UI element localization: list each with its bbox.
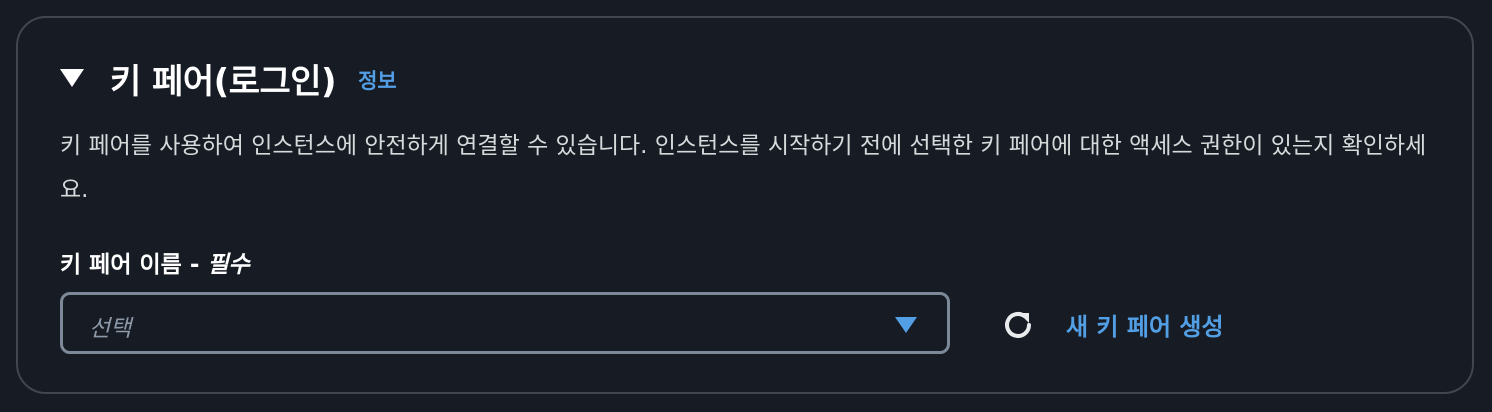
section-header[interactable]: 키 페어(로그인) 정보 (60, 56, 397, 102)
key-pair-name-label: 키 페어 이름 - 필수 (60, 245, 250, 279)
refresh-button[interactable] (998, 305, 1038, 345)
info-link[interactable]: 정보 (358, 65, 397, 95)
refresh-icon (1005, 312, 1031, 338)
caret-down-icon[interactable] (60, 69, 84, 87)
key-pair-panel: 키 페어(로그인) 정보 키 페어를 사용하여 인스턴스에 안전하게 연결할 수… (16, 16, 1474, 394)
section-description: 키 페어를 사용하여 인스턴스에 안전하게 연결할 수 있습니다. 인스턴스를 … (60, 133, 1427, 203)
required-label: 필수 (207, 252, 250, 278)
select-placeholder: 선택 (89, 316, 132, 342)
chevron-down-icon (895, 317, 917, 333)
key-pair-select[interactable]: 선택 (60, 292, 950, 354)
create-key-pair-link[interactable]: 새 키 페어 생성 (1066, 307, 1224, 342)
section-title: 키 페어(로그인) (110, 61, 337, 102)
field-label-text: 키 페어 이름 - (60, 252, 200, 278)
